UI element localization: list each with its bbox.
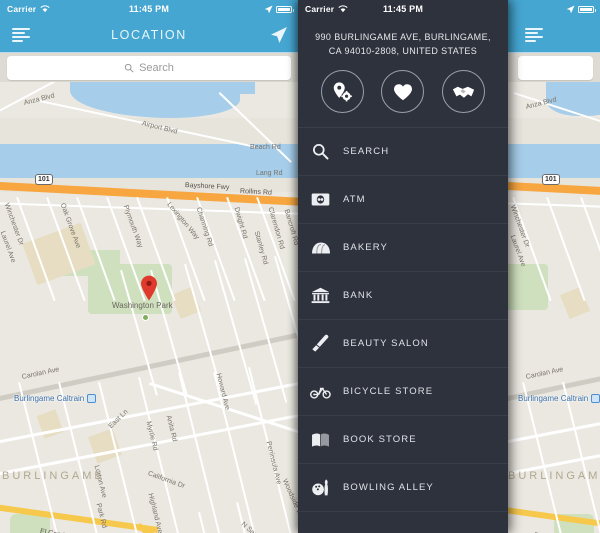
menu-item-label: SEARCH <box>343 146 390 157</box>
battery-full-icon <box>276 5 294 13</box>
menu-item-label: BEAUTY SALON <box>343 338 429 349</box>
menu-item-label: BOOK STORE <box>343 434 417 445</box>
highway-shield: 101 <box>35 174 53 185</box>
address-line-1: 990 BURLINGAME AVE, BURLINGAME, <box>315 32 491 42</box>
hamburger-menu-icon[interactable] <box>525 28 543 42</box>
address-line-2: CA 94010-2808, UNITED STATES <box>328 46 478 56</box>
transit-station-marker[interactable]: Burlingame Caltrain <box>518 394 600 403</box>
menu-item-label: ATM <box>343 194 366 205</box>
open-book-icon <box>298 432 343 448</box>
brush-icon <box>298 334 343 353</box>
menu-item-bowling-alley[interactable]: BOWLING ALLEY <box>298 464 508 512</box>
search-input[interactable]: Search <box>7 56 291 80</box>
side-drawer-screen: Carrier 11:45 PM 990 BURLINGAME AVE, BUR… <box>298 0 508 533</box>
left-phone-screen: Carrier 11:45 PM LOCATION Search Anza Bl… <box>0 0 298 533</box>
transit-icon <box>591 394 600 403</box>
pin-label: Washington Park <box>112 301 173 310</box>
menu-item-label: BICYCLE STORE <box>343 386 434 397</box>
heart-icon <box>393 83 412 100</box>
map-label: El Camino Real <box>39 528 88 533</box>
location-settings-button[interactable] <box>320 70 364 113</box>
status-right-group <box>566 5 596 14</box>
status-bar: Carrier 11:45 PM <box>0 0 298 18</box>
status-bar <box>508 0 600 18</box>
map-canvas[interactable]: Anza Blvd Airport Blvd Beach Rd Lang Rd … <box>0 82 298 533</box>
menu-item-bicycle-store[interactable]: BICYCLE STORE <box>298 368 508 416</box>
menu-item-label: BAKERY <box>343 242 388 253</box>
navigation-bar: LOCATION <box>0 18 298 52</box>
clock-label: 11:45 PM <box>128 4 170 14</box>
transit-station-label: Burlingame Caltrain <box>14 394 85 403</box>
map-label: Channing Rd <box>194 206 214 248</box>
city-label: BURLINGAME <box>2 470 105 482</box>
bank-building-icon <box>298 287 343 304</box>
quick-actions-row <box>298 58 508 127</box>
status-bar: Carrier 11:45 PM <box>298 0 508 18</box>
map-label: Park Rd <box>94 502 108 529</box>
menu-item-atm[interactable]: ATM <box>298 176 508 224</box>
map-label: Lang Rd <box>256 170 283 177</box>
location-arrow-icon <box>566 5 575 13</box>
app-screenshot: Carrier 11:45 PM LOCATION Search Anza Bl… <box>0 0 600 533</box>
menu-item-book-store[interactable]: BOOK STORE <box>298 416 508 464</box>
map-label: Stanley Rd <box>252 230 269 266</box>
map-canvas[interactable]: 101 Anza Blvd Winchester Dr Laurel Ave C… <box>508 82 600 533</box>
map-pin-marker[interactable] <box>140 275 158 301</box>
category-menu-list: SEARCH ATM BAKERY BANK BEAUTY SALON BICY… <box>298 127 508 512</box>
pin-gear-icon <box>334 81 353 101</box>
map-label: N San Mateo Dr <box>240 521 282 533</box>
right-phone-screen: 101 Anza Blvd Winchester Dr Laurel Ave C… <box>508 0 600 533</box>
status-right-group <box>264 5 294 14</box>
bowling-icon <box>298 479 343 496</box>
search-placeholder: Search <box>139 62 174 74</box>
navigation-bar <box>508 18 600 52</box>
handshake-icon <box>453 86 475 98</box>
menu-item-label: BANK <box>343 290 374 301</box>
clock-label: 11:45 PM <box>382 4 424 14</box>
favorites-button[interactable] <box>381 70 425 113</box>
poi-dot-icon[interactable] <box>142 314 149 321</box>
menu-item-beauty-salon[interactable]: BEAUTY SALON <box>298 320 508 368</box>
map-label: Beach Rd <box>250 144 281 151</box>
page-title: LOCATION <box>111 28 187 42</box>
search-icon <box>124 63 134 73</box>
battery-full-icon <box>578 5 596 13</box>
search-input[interactable] <box>518 56 593 80</box>
map-label: Myrtle Rd <box>144 420 159 452</box>
navigate-arrow-icon[interactable] <box>270 26 288 44</box>
map-label: Anita Rd <box>164 414 178 443</box>
map-label: Plymouth Way <box>121 204 144 249</box>
city-label: BURLINGAME <box>508 470 600 482</box>
bread-icon <box>298 241 343 254</box>
search-bar-container <box>508 52 600 82</box>
transit-station-label: Burlingame Caltrain <box>518 394 589 403</box>
share-button[interactable] <box>442 70 486 113</box>
search-icon <box>298 143 343 160</box>
banknote-icon <box>298 193 343 206</box>
menu-item-bank[interactable]: BANK <box>298 272 508 320</box>
menu-item-bakery[interactable]: BAKERY <box>298 224 508 272</box>
highway-shield: 101 <box>542 174 560 185</box>
transit-station-marker[interactable]: Burlingame Caltrain <box>14 394 97 403</box>
transit-icon <box>87 394 97 403</box>
address-block: 990 BURLINGAME AVE, BURLINGAME, CA 94010… <box>298 18 508 58</box>
bicycle-icon <box>298 385 343 399</box>
menu-item-label: BOWLING ALLEY <box>343 482 434 493</box>
map-label: Carolan Ave <box>525 366 564 381</box>
map-label: Peninsula Ave <box>264 440 283 486</box>
location-arrow-icon <box>264 5 273 13</box>
map-label: Carolan Ave <box>21 366 60 381</box>
menu-item-search[interactable]: SEARCH <box>298 128 508 176</box>
search-bar-container: Search <box>0 52 298 82</box>
